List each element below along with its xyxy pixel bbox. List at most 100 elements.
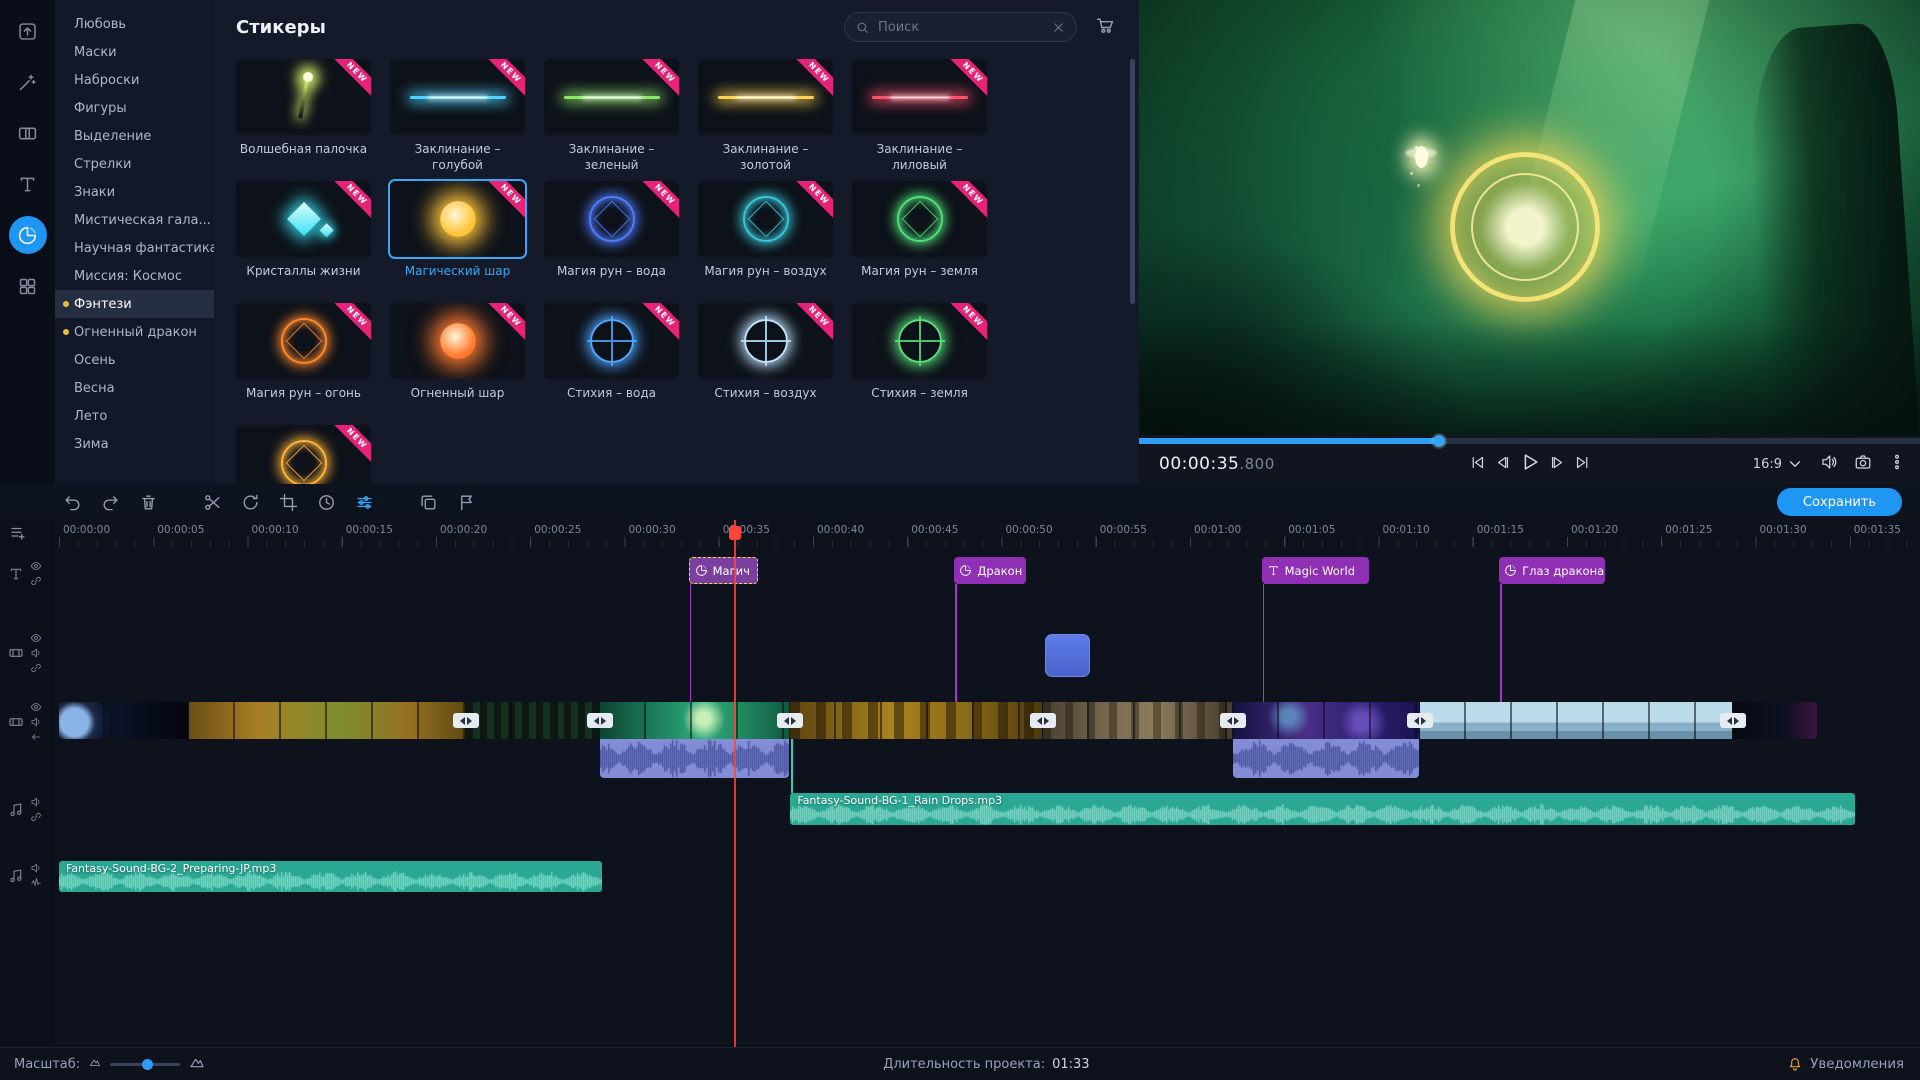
category-item[interactable]: Миссия: Космос bbox=[55, 262, 214, 290]
title-clip[interactable]: Магич bbox=[689, 557, 759, 584]
sticker-item[interactable]: NEWМагический шар bbox=[390, 181, 525, 297]
category-item[interactable]: Стрелки bbox=[55, 150, 214, 178]
video-clip[interactable] bbox=[1233, 702, 1419, 739]
video-clip[interactable] bbox=[466, 702, 599, 739]
aspect-ratio-selector[interactable]: 16:9 bbox=[1753, 455, 1804, 473]
volume-button[interactable] bbox=[1820, 453, 1838, 475]
overlay-clip[interactable] bbox=[1045, 634, 1090, 677]
sticker-item[interactable]: NEWСтихия – воздух bbox=[698, 303, 833, 419]
sticker-item[interactable]: NEWСтихия – вода bbox=[544, 303, 679, 419]
video-clip[interactable] bbox=[189, 702, 465, 739]
play-button[interactable] bbox=[1519, 451, 1541, 477]
category-item[interactable]: Научная фантастика bbox=[55, 234, 214, 262]
transition-badge[interactable] bbox=[1030, 713, 1056, 728]
transition-badge[interactable] bbox=[1220, 713, 1246, 728]
sticker-item[interactable]: NEWКристаллы жизни bbox=[236, 181, 371, 297]
category-item[interactable]: Любовь bbox=[55, 10, 214, 38]
zoom-out-button[interactable] bbox=[89, 1056, 101, 1072]
track-visibility-toggle[interactable] bbox=[30, 701, 42, 713]
playhead[interactable] bbox=[734, 520, 736, 1047]
transition-badge[interactable] bbox=[777, 713, 803, 728]
stickers-scrollbar[interactable] bbox=[1130, 59, 1135, 304]
zoom-in-button[interactable] bbox=[189, 1054, 205, 1074]
rail-item-more-tools[interactable] bbox=[9, 267, 47, 305]
video-clip[interactable] bbox=[1420, 702, 1732, 739]
sticker-item[interactable]: NEWЗаклинание – золотой bbox=[698, 59, 833, 175]
zoom-slider[interactable] bbox=[110, 1063, 180, 1066]
skipend-button[interactable] bbox=[1574, 454, 1591, 475]
snapshot-button[interactable] bbox=[1854, 453, 1872, 475]
video-clip[interactable] bbox=[1043, 702, 1232, 739]
track-mute-toggle[interactable] bbox=[30, 716, 42, 728]
track-link-toggle[interactable] bbox=[30, 575, 42, 587]
playhead-handle[interactable] bbox=[729, 526, 741, 540]
sticker-item[interactable]: NEWВолшебная палочка bbox=[236, 59, 371, 175]
skipstart-button[interactable] bbox=[1469, 454, 1486, 475]
redo-button[interactable] bbox=[98, 490, 122, 514]
sliders-button[interactable] bbox=[352, 490, 376, 514]
copy-button[interactable] bbox=[416, 490, 440, 514]
title-clip[interactable]: Magic World bbox=[1262, 557, 1369, 584]
stepfwd-button[interactable] bbox=[1549, 454, 1566, 475]
category-item[interactable]: Наброски bbox=[55, 66, 214, 94]
track-link-toggle[interactable] bbox=[30, 662, 42, 674]
zoom-slider-handle[interactable] bbox=[142, 1059, 153, 1070]
category-item[interactable]: Фэнтези bbox=[55, 290, 214, 318]
sticker-item[interactable]: NEWЗаклинание – голубой bbox=[390, 59, 525, 175]
notifications-button[interactable]: Уведомления bbox=[1787, 1056, 1904, 1072]
audio-clip[interactable]: Fantasy-Sound-BG-2_Preparing-JP.mp3 bbox=[59, 861, 602, 892]
sticker-item[interactable]: NEW bbox=[236, 425, 371, 484]
more-options-button[interactable] bbox=[1888, 453, 1906, 475]
sticker-item[interactable]: NEWЗаклинание – зеленый bbox=[544, 59, 679, 175]
category-item[interactable]: Выделение bbox=[55, 122, 214, 150]
sticker-item[interactable]: NEWСтихия – земля bbox=[852, 303, 987, 419]
search-input[interactable] bbox=[878, 20, 1043, 35]
track-link-toggle[interactable] bbox=[30, 811, 42, 823]
clear-search-icon[interactable] bbox=[1051, 20, 1066, 35]
transition-badge[interactable] bbox=[587, 713, 613, 728]
scissors-button[interactable] bbox=[200, 490, 224, 514]
sticker-item[interactable]: NEWЗаклинание – лиловый bbox=[852, 59, 987, 175]
save-button[interactable]: Сохранить bbox=[1777, 488, 1902, 516]
track-mute-toggle[interactable] bbox=[30, 796, 42, 808]
title-clip[interactable]: Глаз дракона bbox=[1499, 557, 1605, 584]
store-cart-button[interactable] bbox=[1095, 15, 1115, 39]
category-item[interactable]: Огненный дракон bbox=[55, 318, 214, 346]
video-clip[interactable] bbox=[600, 702, 789, 739]
rail-item-effects[interactable] bbox=[9, 63, 47, 101]
transition-badge[interactable] bbox=[1720, 713, 1746, 728]
sticker-item[interactable]: NEWОгненный шар bbox=[390, 303, 525, 419]
video-clip[interactable] bbox=[59, 702, 188, 739]
crop-button[interactable] bbox=[276, 490, 300, 514]
flag-button[interactable] bbox=[454, 490, 478, 514]
add-track-button[interactable] bbox=[9, 524, 27, 546]
undo-button[interactable] bbox=[60, 490, 84, 514]
rail-item-titles[interactable] bbox=[9, 165, 47, 203]
track-visibility-toggle[interactable] bbox=[30, 560, 42, 572]
transition-badge[interactable] bbox=[453, 713, 479, 728]
category-item[interactable]: Мистическая гала... bbox=[55, 206, 214, 234]
video-clip[interactable] bbox=[790, 702, 1042, 739]
rotate-button[interactable] bbox=[238, 490, 262, 514]
category-item[interactable]: Весна bbox=[55, 374, 214, 402]
track-fx-toggle[interactable] bbox=[30, 877, 42, 889]
rail-item-transitions[interactable] bbox=[9, 114, 47, 152]
clock-button[interactable] bbox=[314, 490, 338, 514]
category-item[interactable]: Фигуры bbox=[55, 94, 214, 122]
category-item[interactable]: Маски bbox=[55, 38, 214, 66]
track-back-toggle[interactable] bbox=[30, 731, 42, 743]
sticker-item[interactable]: NEWМагия рун – земля bbox=[852, 181, 987, 297]
category-item[interactable]: Знаки bbox=[55, 178, 214, 206]
rail-item-stickers[interactable] bbox=[9, 216, 47, 254]
sticker-item[interactable]: NEWМагия рун – огонь bbox=[236, 303, 371, 419]
category-item[interactable]: Зима bbox=[55, 430, 214, 458]
rail-item-import[interactable] bbox=[9, 12, 47, 50]
track-mute-toggle[interactable] bbox=[30, 647, 42, 659]
trash-button[interactable] bbox=[136, 490, 160, 514]
search-box[interactable] bbox=[844, 12, 1077, 42]
stepback-button[interactable] bbox=[1494, 454, 1511, 475]
category-item[interactable]: Лето bbox=[55, 402, 214, 430]
track-visibility-toggle[interactable] bbox=[30, 632, 42, 644]
sticker-item[interactable]: NEWМагия рун – вода bbox=[544, 181, 679, 297]
title-clip[interactable]: Дракон bbox=[954, 557, 1026, 584]
